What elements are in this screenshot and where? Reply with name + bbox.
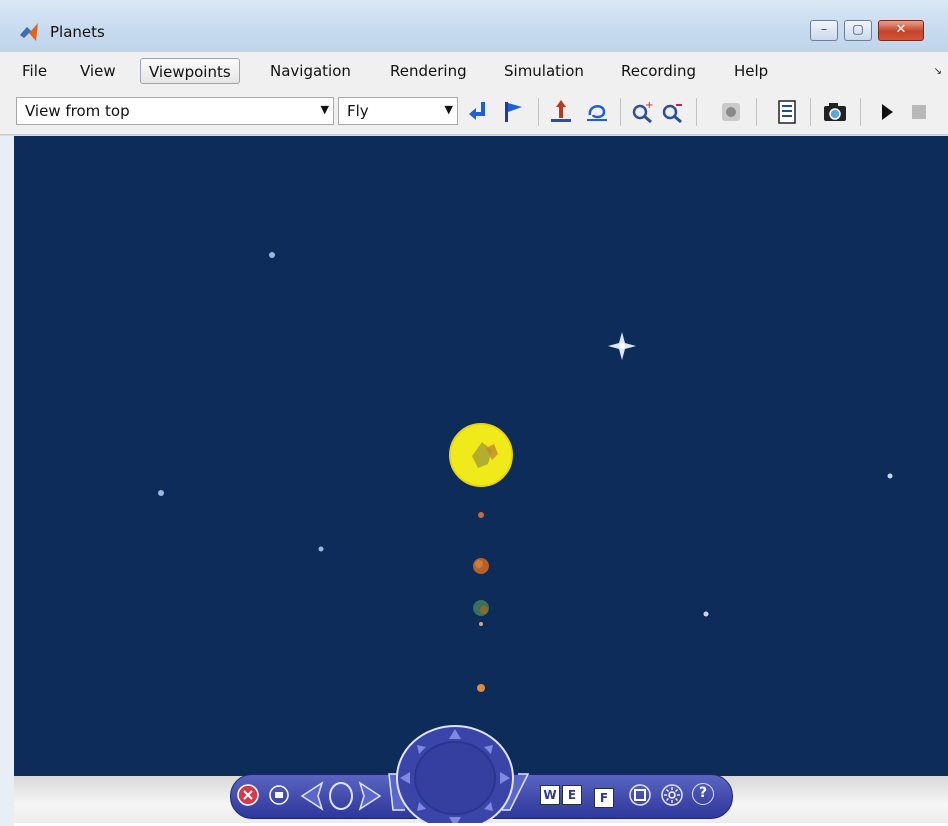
matlab-icon [20, 23, 38, 41]
navmode-select[interactable]: Fly ▼ [338, 97, 458, 125]
wireframe-icon[interactable] [628, 783, 652, 807]
play-icon[interactable] [874, 99, 900, 125]
menu-file[interactable]: File [14, 58, 55, 84]
walk-mode-button[interactable]: W [540, 785, 560, 805]
help-icon: ? [698, 785, 708, 801]
star [887, 473, 893, 479]
maximize-button[interactable]: ▢ [844, 20, 872, 41]
help-button[interactable]: ? [692, 783, 714, 805]
close-icon: ✕ [895, 22, 907, 37]
maximize-icon: ▢ [852, 22, 864, 36]
return-icon[interactable] [466, 99, 492, 125]
svg-text:+: + [645, 100, 653, 111]
straighten-up-icon[interactable] [548, 99, 574, 125]
toolbar-separator [810, 98, 811, 126]
app-window: Planets – ▢ ✕ File View Viewpoints Navig… [0, 0, 948, 826]
menu-recording[interactable]: Recording [613, 58, 704, 84]
planet-moon [479, 622, 483, 626]
toolbar-separator [696, 98, 697, 126]
menu-navigation[interactable]: Navigation [262, 58, 359, 84]
planet-venus-shade [475, 560, 483, 568]
star [703, 611, 709, 617]
toolbar-separator [538, 98, 539, 126]
star [158, 490, 164, 496]
navmode-select-value: Fly [347, 102, 369, 120]
menu-view[interactable]: View [72, 58, 124, 84]
sun [449, 423, 513, 487]
window-title: Planets [50, 23, 105, 41]
toolbar-separator [620, 98, 621, 126]
star [269, 252, 275, 258]
chevron-down-icon: ▼ [320, 103, 329, 116]
minimize-button[interactable]: – [810, 20, 838, 41]
turn-right-icon[interactable] [356, 780, 384, 812]
menu-simulation[interactable]: Simulation [496, 58, 592, 84]
zoom-out-icon[interactable] [660, 99, 686, 125]
menu-help[interactable]: Help [726, 58, 776, 84]
camera-icon[interactable] [822, 99, 848, 125]
examine-mode-button[interactable]: E [562, 785, 582, 805]
fly-mode-button[interactable]: F [594, 788, 614, 808]
toolbar-separator [756, 98, 757, 126]
stop-icon[interactable] [906, 99, 932, 125]
minimize-icon[interactable] [268, 784, 290, 806]
bright-star [608, 332, 636, 360]
chevron-down-icon: ▼ [444, 103, 453, 116]
headlight-icon[interactable] [660, 783, 684, 807]
menu-rendering[interactable]: Rendering [382, 58, 475, 84]
undo-move-icon[interactable] [584, 99, 610, 125]
planet-mercury [478, 512, 484, 518]
toolbar-separator [860, 98, 861, 126]
viewpoint-select-value: View from top [25, 102, 130, 120]
close-button[interactable]: ✕ [878, 20, 924, 41]
chevron-more-icon[interactable]: ↘ [934, 66, 942, 77]
planet-earth-land [480, 606, 488, 614]
minimize-icon: – [821, 22, 827, 36]
toolbar: View from top ▼ Fly ▼ + [0, 90, 948, 135]
menu-viewpoints[interactable]: Viewpoints [140, 58, 240, 84]
planet-mars [477, 684, 485, 692]
properties-icon[interactable] [774, 99, 800, 125]
star [318, 546, 324, 552]
rotate-icon[interactable] [324, 780, 358, 812]
left-frame-strip [0, 136, 14, 826]
flag-icon[interactable] [500, 99, 526, 125]
title-bar: Planets – ▢ ✕ [0, 0, 948, 52]
scene-viewport[interactable] [14, 136, 948, 776]
record-icon[interactable] [718, 99, 744, 125]
viewpoint-select[interactable]: View from top ▼ [16, 97, 334, 125]
menu-bar: File View Viewpoints Navigation Renderin… [0, 52, 948, 91]
close-icon[interactable] [236, 783, 260, 807]
compass-wheel-icon[interactable] [395, 723, 515, 823]
zoom-in-icon[interactable]: + [630, 99, 656, 125]
